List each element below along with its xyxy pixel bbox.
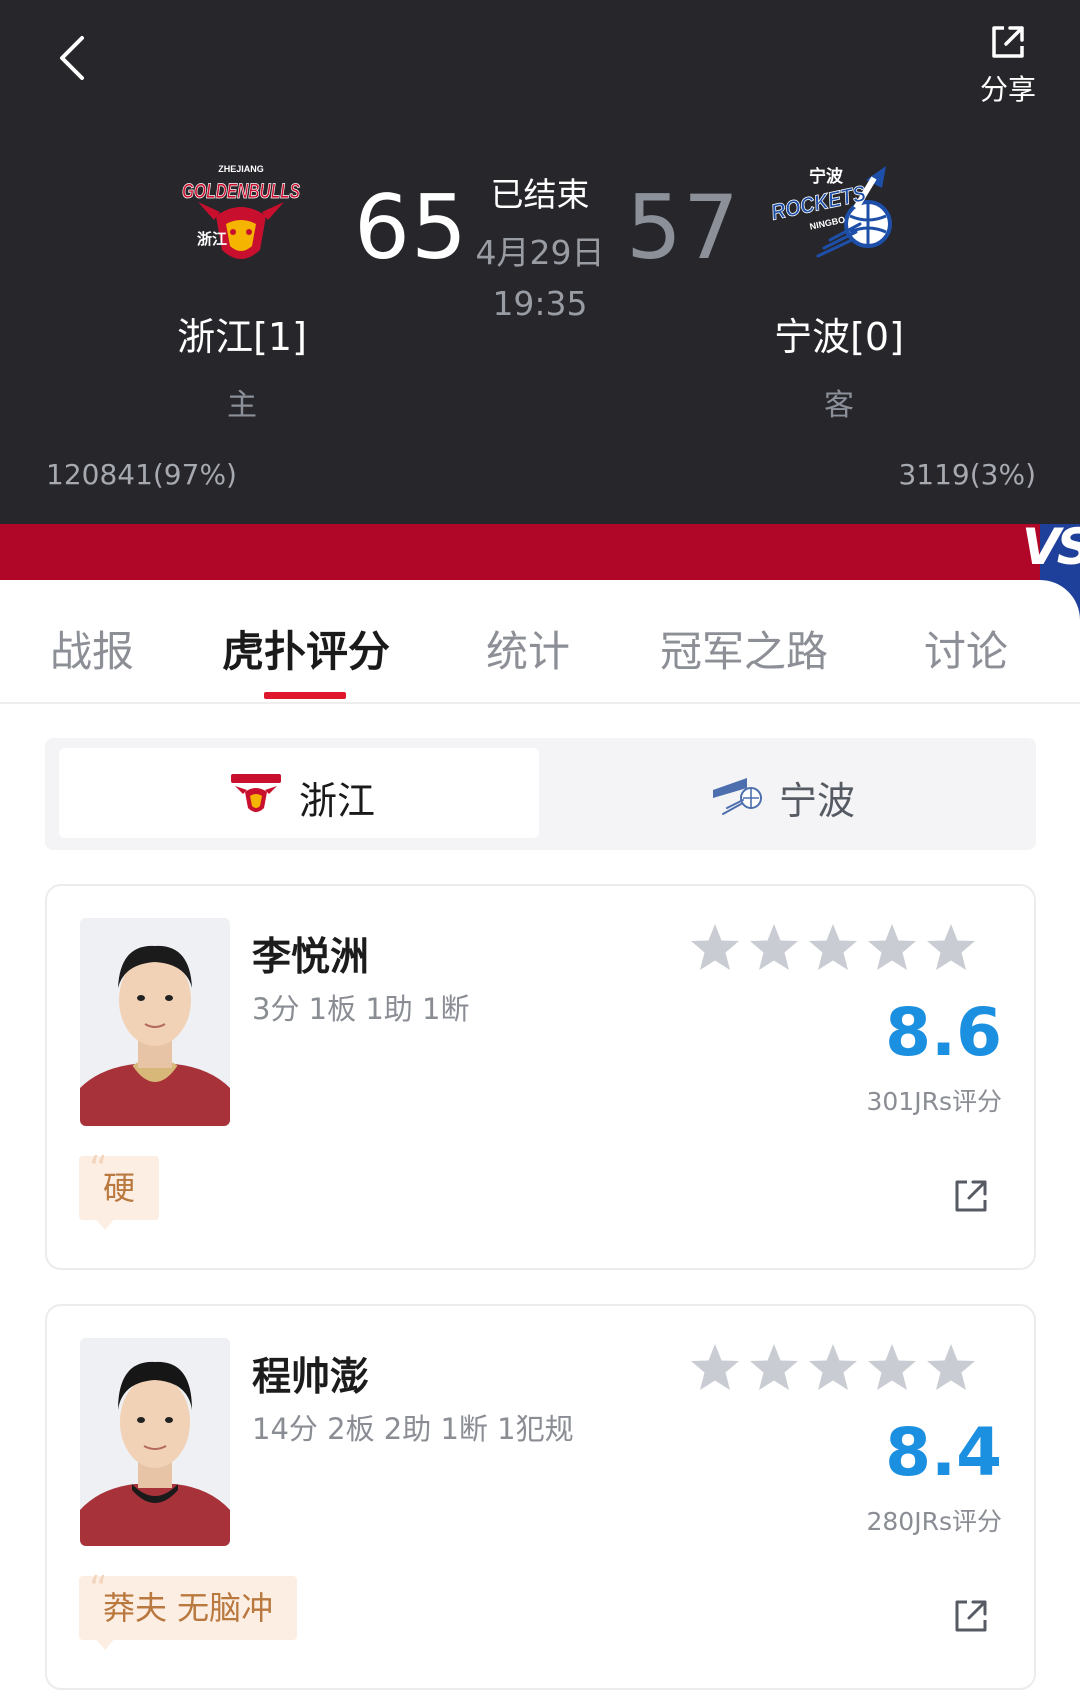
rockets-small-icon bbox=[713, 778, 762, 815]
vs-badge: VS bbox=[1022, 518, 1080, 576]
match-date: 4月29日 bbox=[475, 233, 605, 272]
player-card[interactable]: 程帅澎 14分 2板 2助 1断 1犯规 8.4 280JRs评分 “ 莽夫 无… bbox=[45, 1304, 1036, 1690]
rockets-logo-icon: 宁波 ROCKETS NINGBO bbox=[768, 166, 892, 258]
comment-tag-text: 莽夫 无脑冲 bbox=[103, 1589, 274, 1627]
match-time: 19:35 bbox=[492, 284, 588, 323]
external-link-icon bbox=[955, 1180, 987, 1212]
content-panel: 战报 虎扑评分 统计 冠军之路 讨论 浙江 宁波 李悦洲 3分 1板 1助 1断… bbox=[0, 580, 1080, 1690]
tab-discussion[interactable]: 讨论 bbox=[924, 618, 1008, 679]
comment-tag-text: 硬 bbox=[103, 1169, 136, 1207]
star-icon[interactable] bbox=[807, 922, 859, 974]
rating-count: 280JRs评分 bbox=[866, 1507, 1003, 1536]
external-link-icon bbox=[955, 1600, 987, 1632]
tag-tail bbox=[93, 1636, 117, 1650]
quote-icon: “ bbox=[89, 1149, 108, 1190]
away-support-count: 3119(3%) bbox=[898, 458, 1036, 491]
star-icon[interactable] bbox=[689, 922, 741, 974]
player-name: 李悦洲 bbox=[252, 935, 370, 980]
star-icon[interactable] bbox=[866, 922, 918, 974]
tab-stats[interactable]: 统计 bbox=[486, 618, 570, 679]
away-role-label: 客 bbox=[824, 388, 854, 423]
player-name: 程帅澎 bbox=[252, 1355, 370, 1400]
match-header: 分享 ZHEJIANG GOLDENBULLS 浙江 65 已结束 4月29日 … bbox=[0, 0, 1080, 524]
quote-icon: “ bbox=[89, 1569, 108, 1610]
player-photo bbox=[80, 918, 230, 1126]
rating-stars[interactable] bbox=[689, 922, 999, 982]
comment-tag[interactable]: “ 硬 bbox=[79, 1150, 160, 1220]
team-switch-away[interactable]: 宁波 bbox=[541, 748, 1021, 838]
star-icon[interactable] bbox=[925, 922, 977, 974]
team-switcher: 浙江 宁波 bbox=[45, 738, 1036, 850]
home-role-label: 主 bbox=[227, 388, 257, 423]
home-team-logo[interactable]: ZHEJIANG GOLDENBULLS 浙江 bbox=[176, 158, 306, 278]
open-detail-button[interactable] bbox=[951, 1596, 991, 1636]
open-detail-button[interactable] bbox=[951, 1176, 991, 1216]
tag-tail bbox=[93, 1216, 117, 1230]
player-rating: 8.4 bbox=[885, 1414, 1002, 1491]
team-switch-away-label: 宁波 bbox=[779, 779, 856, 823]
tab-hupu-rating[interactable]: 虎扑评分 bbox=[222, 618, 390, 679]
star-icon[interactable] bbox=[807, 1342, 859, 1394]
home-support-count: 120841(97%) bbox=[46, 458, 237, 491]
home-logo-main-text: GOLDENBULLS bbox=[182, 180, 300, 203]
share-icon bbox=[992, 26, 1024, 58]
team-switch-home-label: 浙江 bbox=[299, 779, 376, 823]
star-icon[interactable] bbox=[748, 1342, 800, 1394]
player-card[interactable]: 李悦洲 3分 1板 1助 1断 8.6 301JRs评分 “ 硬 bbox=[45, 884, 1036, 1270]
team-switch-home[interactable]: 浙江 bbox=[59, 748, 539, 838]
golden-bulls-logo-icon: ZHEJIANG GOLDENBULLS 浙江 bbox=[182, 164, 300, 259]
away-team-name[interactable]: 宁波[0] bbox=[729, 306, 949, 361]
share-label: 分享 bbox=[979, 73, 1036, 106]
player-photo bbox=[80, 1338, 230, 1546]
tab-bar: 战报 虎扑评分 统计 冠军之路 讨论 bbox=[0, 580, 1080, 704]
comment-tag[interactable]: “ 莽夫 无脑冲 bbox=[79, 1570, 298, 1640]
support-bar-home bbox=[0, 524, 1080, 580]
away-logo-cn-text: 宁波 bbox=[809, 166, 844, 187]
star-icon[interactable] bbox=[925, 1342, 977, 1394]
rating-count: 301JRs评分 bbox=[866, 1087, 1003, 1116]
star-icon[interactable] bbox=[689, 1342, 741, 1394]
home-logo-top-text: ZHEJIANG bbox=[218, 164, 264, 174]
rating-stars[interactable] bbox=[689, 1342, 999, 1402]
star-icon[interactable] bbox=[748, 922, 800, 974]
player-avatar-icon bbox=[80, 918, 230, 1126]
golden-bulls-small-icon bbox=[231, 774, 281, 812]
player-avatar-icon bbox=[80, 1338, 230, 1546]
player-stats: 3分 1板 1助 1断 bbox=[252, 992, 470, 1026]
tab-active-indicator bbox=[264, 692, 346, 699]
back-button[interactable] bbox=[52, 30, 96, 86]
chevron-left-icon bbox=[60, 36, 84, 80]
star-icon[interactable] bbox=[866, 1342, 918, 1394]
away-team-logo[interactable]: 宁波 ROCKETS NINGBO bbox=[768, 158, 900, 278]
player-rating: 8.6 bbox=[885, 994, 1002, 1071]
home-logo-cn-text: 浙江 bbox=[197, 230, 227, 248]
match-status: 已结束 bbox=[490, 175, 590, 214]
tab-champion-road[interactable]: 冠军之路 bbox=[660, 618, 828, 679]
share-button[interactable]: 分享 bbox=[968, 18, 1048, 106]
tab-report[interactable]: 战报 bbox=[50, 618, 134, 679]
player-stats: 14分 2板 2助 1断 1犯规 bbox=[252, 1412, 574, 1446]
away-score: 57 bbox=[626, 176, 740, 279]
away-logo-sub-text: NINGBO bbox=[809, 214, 846, 231]
home-team-name[interactable]: 浙江[1] bbox=[132, 306, 352, 361]
